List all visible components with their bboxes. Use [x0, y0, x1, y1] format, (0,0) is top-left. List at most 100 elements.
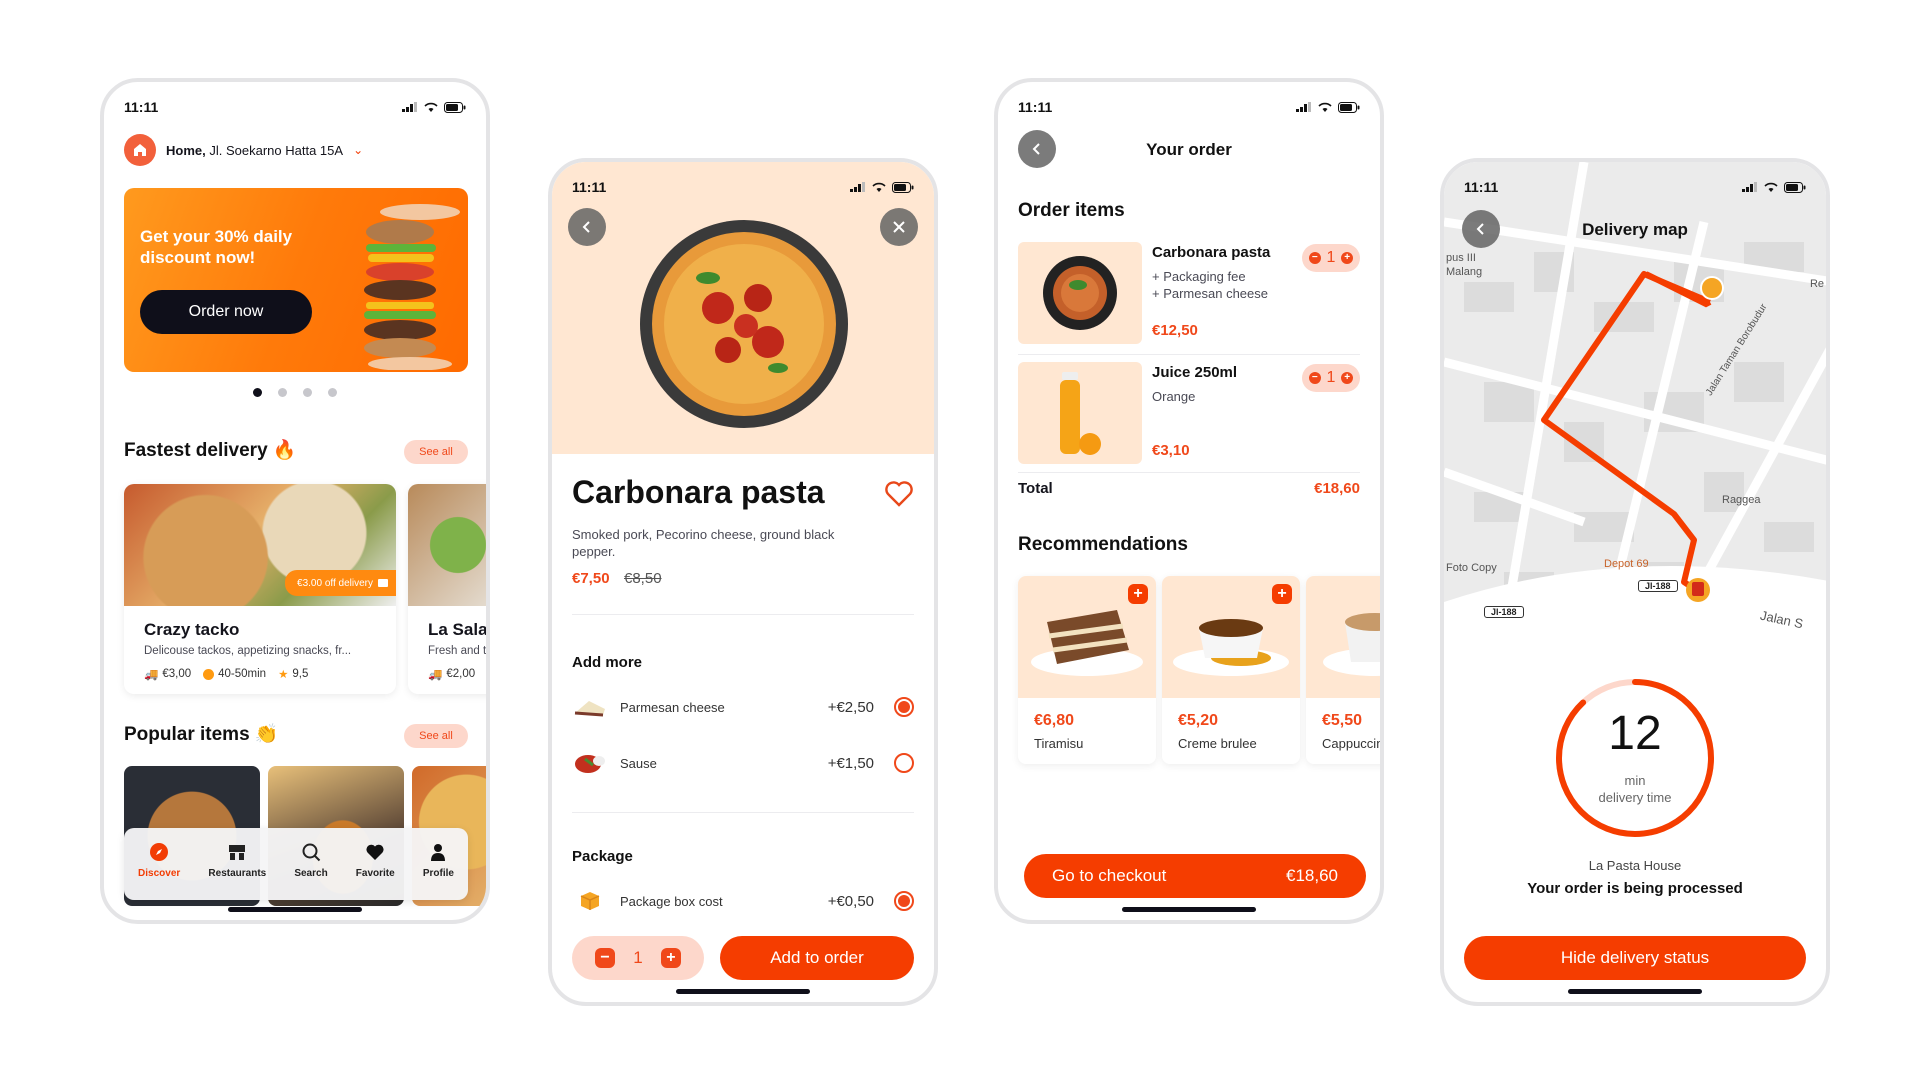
tab-restaurants[interactable]: Restaurants [208, 842, 266, 879]
wifi-icon [1318, 102, 1332, 112]
status-bar: 11:11 [998, 82, 1380, 118]
sauce-icon [572, 750, 608, 776]
favorite-heart-icon[interactable] [884, 480, 914, 508]
checkout-button[interactable]: Go to checkout €18,60 [1024, 854, 1366, 898]
order-item[interactable]: Juice 250ml Orange €3,10 − 1 + [1018, 362, 1360, 466]
coupon-icon [378, 579, 388, 587]
person-icon [431, 843, 446, 861]
delivery-fee: €2,00 [446, 668, 476, 680]
addon-price: +€1,50 [827, 754, 874, 772]
promo-banner[interactable]: Get your 30% daily discount now! Order n… [124, 188, 468, 372]
tab-label: Favorite [355, 867, 395, 879]
increase-quantity-button[interactable]: + [1341, 252, 1354, 264]
see-all-popular-button[interactable]: See all [404, 724, 468, 748]
order-item-name: Carbonara pasta [1152, 244, 1271, 261]
recommendation-image: + [1018, 576, 1156, 698]
home-indicator [676, 989, 810, 994]
recommendation-price: €6,80 [1034, 712, 1075, 729]
addon-row[interactable]: Parmesan cheese +€2,50 [572, 692, 914, 722]
item-quantity: 1 [1326, 369, 1336, 386]
delivery-time: 40-50min [218, 668, 267, 680]
back-button[interactable] [1018, 130, 1056, 168]
heart-icon [366, 844, 384, 860]
tab-discover[interactable]: Discover [138, 842, 180, 879]
recommendation-card[interactable]: + €5,20 Creme brulee [1162, 576, 1300, 764]
tab-favorite[interactable]: Favorite [356, 842, 395, 879]
divider [572, 614, 914, 615]
chevron-left-icon [1032, 143, 1040, 155]
tab-label: Discover [138, 867, 181, 879]
decrease-quantity-button[interactable]: − [1308, 252, 1321, 264]
signal-icon [402, 102, 417, 112]
battery-icon [892, 181, 914, 193]
restaurant-card[interactable]: €3.00 off delivery Crazy tacko Delicouse… [124, 484, 396, 694]
minutes-unit: min [1624, 773, 1646, 788]
order-screen: 11:11 Your order Order items Carbonara p… [994, 78, 1384, 924]
recommendation-name: Creme brulee [1178, 736, 1257, 751]
status-time: 11:11 [572, 179, 607, 195]
box-icon [572, 888, 608, 914]
minutes-value: 12 [1608, 707, 1662, 760]
carousel-dot[interactable] [253, 388, 262, 397]
add-to-order-button[interactable]: Add to order [720, 936, 914, 980]
addon-row[interactable]: Sause +€1,50 [572, 748, 914, 778]
dish-hero [552, 162, 934, 454]
road-tag: Jl-188 [1638, 580, 1678, 592]
addon-radio[interactable] [894, 697, 914, 717]
recommendation-card[interactable]: €5,50 Cappuccino [1306, 576, 1384, 764]
map-label-edge: Re [1809, 278, 1824, 290]
package-price: +€0,50 [827, 892, 874, 910]
bottom-tab-bar: Discover Restaurants Search Favorite Pro… [124, 828, 468, 900]
close-icon [893, 221, 905, 233]
increase-quantity-button[interactable]: + [660, 948, 681, 968]
divider [1018, 472, 1360, 473]
restaurant-image: €3.00 off delivery [124, 484, 396, 606]
signal-icon [850, 182, 865, 192]
package-name: Package box cost [620, 893, 723, 909]
checkout-label: Go to checkout [1052, 866, 1167, 885]
carousel-dot[interactable] [328, 388, 337, 397]
status-time: 11:11 [124, 99, 159, 115]
order-now-button[interactable]: Order now [140, 290, 312, 334]
addon-radio[interactable] [894, 753, 914, 773]
package-radio[interactable] [894, 891, 914, 911]
package-title: Package [572, 848, 633, 865]
delivery-truck-icon: 🚚 [144, 669, 159, 681]
back-button[interactable] [568, 208, 606, 246]
delivery-fee: €3,00 [162, 668, 192, 680]
map-label-restaurant: Depot 69 [1604, 558, 1649, 570]
dish-title: Carbonara pasta [572, 474, 825, 510]
delivery-truck-icon: 🚚 [428, 669, 443, 681]
package-row[interactable]: Package box cost +€0,50 [572, 886, 914, 916]
address-label: Home, [166, 142, 206, 158]
close-button[interactable] [880, 208, 918, 246]
add-recommendation-button[interactable]: + [1272, 584, 1292, 604]
battery-icon [444, 101, 466, 113]
status-time: 11:11 [1018, 99, 1053, 115]
tab-label: Profile [422, 867, 454, 879]
order-item[interactable]: Carbonara pasta + Packaging fee + Parmes… [1018, 242, 1360, 346]
status-bar: 11:11 [104, 82, 486, 118]
hide-delivery-status-button[interactable]: Hide delivery status [1464, 936, 1806, 980]
see-all-fastest-button[interactable]: See all [404, 440, 468, 464]
recommendation-name: Cappuccino [1322, 736, 1384, 751]
promo-text: Get your 30% daily discount now! [140, 227, 293, 267]
chevron-left-icon [582, 221, 590, 233]
delivery-discount-badge: €3.00 off delivery [285, 570, 396, 596]
recommendation-card[interactable]: + €6,80 Tiramisu [1018, 576, 1156, 764]
decrease-quantity-button[interactable]: − [1308, 372, 1321, 384]
carousel-dot[interactable] [303, 388, 312, 397]
status-time: 11:11 [1464, 179, 1499, 195]
addon-name: Sause [620, 755, 657, 771]
increase-quantity-button[interactable]: + [1341, 372, 1354, 384]
restaurant-card[interactable]: La Sala Fresh and t 🚚 €2,00 [408, 484, 486, 694]
total-value: €18,60 [1314, 480, 1360, 497]
compass-icon [150, 842, 169, 861]
tab-search[interactable]: Search [294, 842, 328, 879]
quantity-stepper: − 1 + [572, 936, 704, 980]
tab-profile[interactable]: Profile [423, 842, 454, 879]
address-selector[interactable]: Home, Jl. Soekarno Hatta 15A ⌄ [124, 134, 363, 166]
carousel-dot[interactable] [278, 388, 287, 397]
add-recommendation-button[interactable]: + [1128, 584, 1148, 604]
decrease-quantity-button[interactable]: − [595, 948, 616, 968]
